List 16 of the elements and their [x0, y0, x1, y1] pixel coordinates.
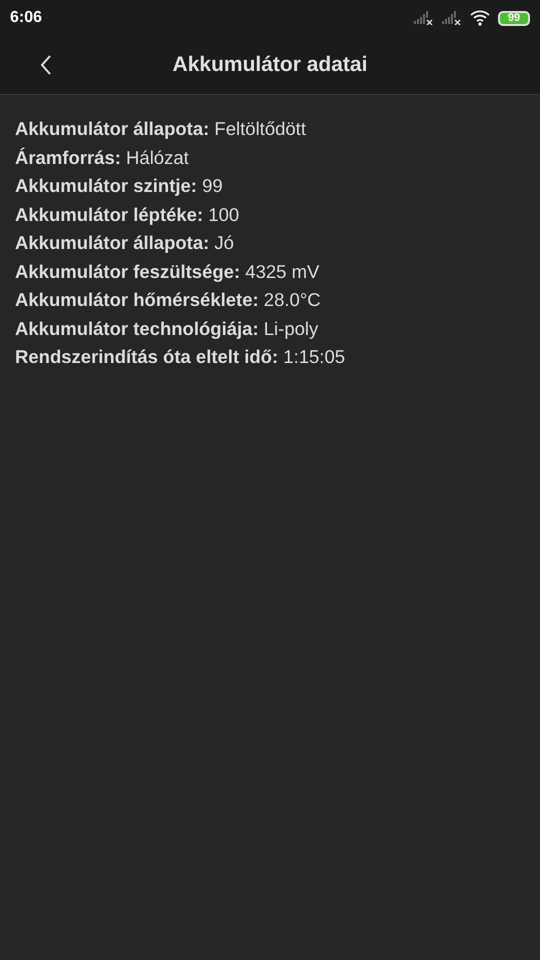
detail-line: Akkumulátor technológiája: Li-poly	[15, 316, 320, 341]
status-time: 6:06	[10, 8, 42, 28]
detail-line: Akkumulátor feszültsége: 4325 mV	[15, 260, 320, 284]
detail-line: Akkumulátor léptéke: 100	[15, 202, 240, 227]
detail-line: Áramforrás: Hálózat	[15, 146, 190, 170]
detail-line: Akkumulátor szintje: 99	[15, 174, 224, 198]
back-icon	[40, 55, 52, 75]
no-signal-icon	[414, 11, 434, 25]
no-signal-icon	[442, 11, 462, 25]
detail-line: Akkumulátor állapota: Feltöltődött	[15, 117, 307, 141]
detail-line: Akkumulátor hőmérséklete: 28.0°C	[15, 288, 322, 312]
battery-icon: 99	[498, 10, 530, 26]
detail-line: Rendszerindítás óta eltelt idő: 1:15:05	[15, 345, 346, 369]
page-title: Akkumulátor adatai	[172, 52, 368, 78]
wifi-icon	[470, 10, 490, 26]
detail-line: Akkumulátor állapota: Jó	[15, 231, 235, 255]
